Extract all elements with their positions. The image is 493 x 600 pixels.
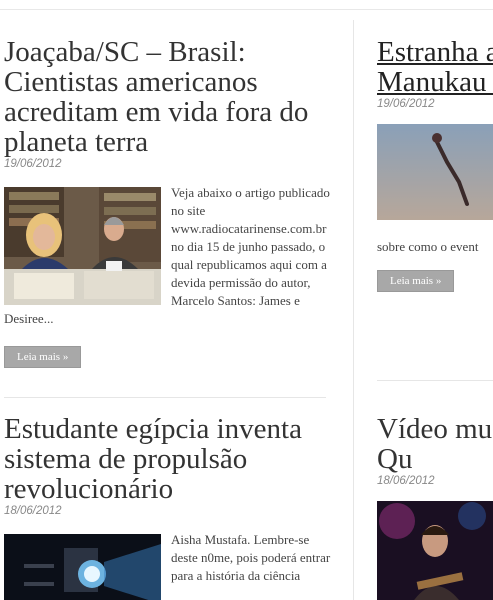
post-date: 18/06/2012 xyxy=(4,505,62,517)
post-thumbnail[interactable] xyxy=(377,501,493,600)
top-divider xyxy=(0,9,493,10)
post-title[interactable]: Joaçaba/SC – Brasil: Cientistas american… xyxy=(4,37,334,157)
post-excerpt-text: Aisha Mustafa. Lembre-se deste n0me, poi… xyxy=(171,532,331,583)
post-excerpt: Veja abaixo o artigo publicado no site w… xyxy=(4,184,334,328)
post-excerpt: sobre como o event xyxy=(377,239,479,254)
post-divider xyxy=(377,380,493,381)
read-more-button[interactable]: Leia mais » xyxy=(377,270,455,292)
read-more-button[interactable]: Leia mais » xyxy=(4,346,82,368)
post-card: Estudante egípcia inventa sistema de pro… xyxy=(4,414,334,600)
post-date: 19/06/2012 xyxy=(377,98,435,110)
post-card: Vídeo mu Eller – Qu 18/06/2012 xyxy=(377,414,493,600)
post-thumbnail[interactable] xyxy=(4,187,161,305)
post-divider xyxy=(4,397,326,398)
post-title[interactable]: Estudante egípcia inventa sistema de pro… xyxy=(4,414,334,504)
post-card: Joaçaba/SC – Brasil: Cientistas american… xyxy=(4,37,334,368)
post-thumbnail[interactable] xyxy=(377,124,493,220)
post-card: Estranha aparece n Manukau Zelândia 19/0… xyxy=(377,37,493,292)
column-divider xyxy=(353,20,354,600)
post-thumbnail[interactable] xyxy=(4,534,161,600)
post-title[interactable]: Estranha aparece n Manukau Zelândia xyxy=(377,37,493,97)
post-title[interactable]: Vídeo mu Eller – Qu xyxy=(377,414,493,474)
post-excerpt: Aisha Mustafa. Lembre-se deste n0me, poi… xyxy=(4,531,334,600)
post-date: 19/06/2012 xyxy=(4,158,62,170)
post-date: 18/06/2012 xyxy=(377,475,435,487)
